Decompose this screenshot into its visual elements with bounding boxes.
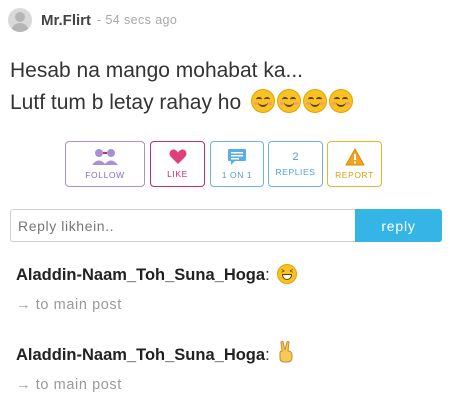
report-label: REPORT <box>335 170 374 180</box>
victory-hand-icon <box>279 341 293 363</box>
avatar[interactable] <box>8 8 32 32</box>
replies-label: REPLIES <box>275 167 316 177</box>
reply-author[interactable]: Aladdin-Naam_Toh_Suna_Hoga <box>16 266 265 284</box>
reply-input[interactable] <box>10 209 356 242</box>
post-header: Mr.Flirt - 54 secs ago <box>8 7 177 33</box>
report-button[interactable]: REPORT <box>327 141 382 187</box>
post-timestamp: - 54 secs ago <box>97 13 178 27</box>
post-line-2-text: Lutf tum b letay rahay ho <box>10 91 242 114</box>
post-line-2: Lutf tum b letay rahay ho <box>10 87 355 119</box>
one-on-one-label: 1 ON 1 <box>221 170 253 180</box>
post-body: Hesab na mango mohabat ka... Lutf tum b … <box>10 55 355 119</box>
replies-count: 2 <box>292 151 299 163</box>
reply-separator: : <box>265 266 270 284</box>
reply-item: Aladdin-Naam_Toh_Suna_Hoga: > < → to main… <box>16 264 298 313</box>
heart-icon <box>169 149 186 164</box>
to-main-post-link[interactable]: → to main post <box>16 377 295 393</box>
warning-icon <box>345 148 364 166</box>
chat-bubble-icon <box>228 149 246 165</box>
reply-separator: : <box>265 346 270 364</box>
follow-label: FOLLOW <box>85 170 125 180</box>
smiling-face-icon <box>276 89 301 113</box>
replies-button[interactable]: 2 REPLIES <box>268 141 323 187</box>
smiling-face-icon <box>250 89 275 113</box>
to-main-post-link[interactable]: → to main post <box>16 297 297 313</box>
grinning-squinting-face-icon: > < <box>277 264 298 284</box>
one-on-one-button[interactable]: 1 ON 1 <box>210 141 264 187</box>
smiling-face-icon <box>328 89 353 113</box>
reply-button[interactable]: reply <box>355 209 442 242</box>
reply-form: reply <box>10 209 442 242</box>
post-author[interactable]: Mr.Flirt <box>41 12 91 29</box>
reply-item: Aladdin-Naam_Toh_Suna_Hoga: → to main po… <box>16 341 295 393</box>
reply-author[interactable]: Aladdin-Naam_Toh_Suna_Hoga <box>16 346 265 364</box>
post-line-1: Hesab na mango mohabat ka... <box>10 59 304 82</box>
follow-users-icon <box>92 149 118 165</box>
like-button[interactable]: LIKE <box>150 141 205 187</box>
like-label: LIKE <box>167 169 188 179</box>
post-actions: FOLLOW LIKE 1 ON 1 2 REPLIES REPORT <box>0 141 450 187</box>
follow-button[interactable]: FOLLOW <box>65 141 145 187</box>
smiling-face-icon <box>302 89 327 113</box>
